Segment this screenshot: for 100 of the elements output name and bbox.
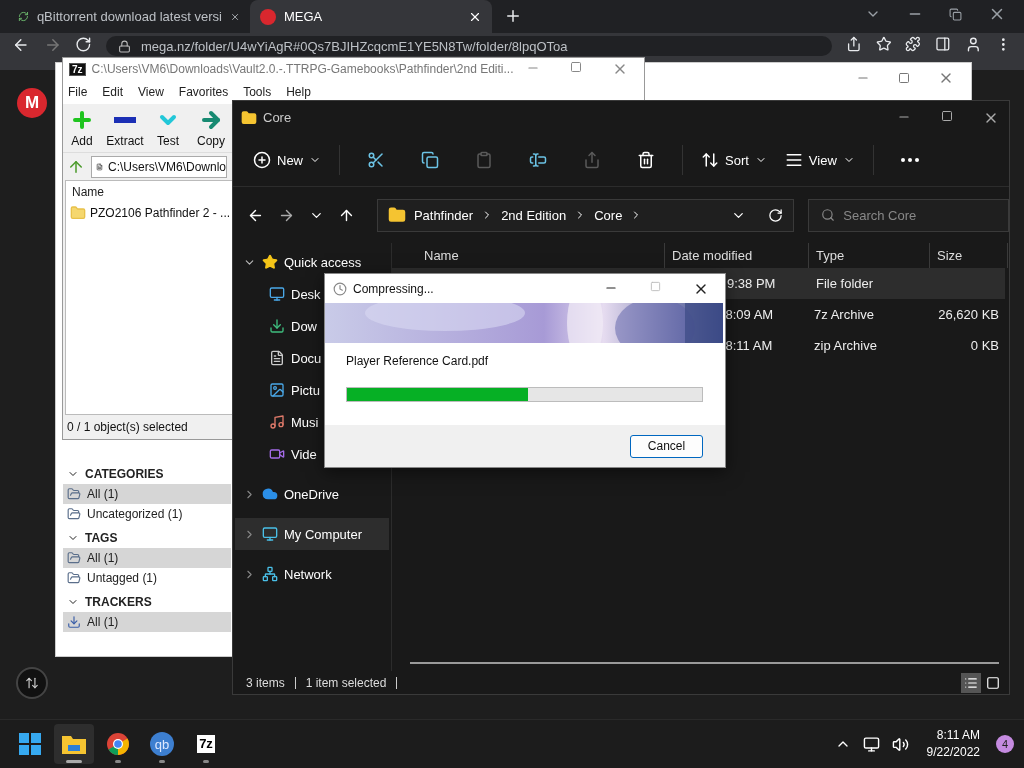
download-icon	[269, 318, 285, 334]
menu-item[interactable]: Favorites	[178, 85, 229, 99]
taskbar-app[interactable]	[54, 724, 94, 764]
menu-item[interactable]: Help	[286, 85, 311, 99]
view-button[interactable]: View	[778, 143, 861, 177]
window-title: C:\Users\VM6\Downloads\Vault2.0.-.TTRPG-Gamebooks\Pathfinder\2nd Editi...	[91, 62, 514, 76]
breadcrumb-item[interactable]: Core	[594, 207, 623, 223]
mega-icon	[260, 8, 276, 25]
folder-icon	[61, 733, 87, 755]
file-row[interactable]: PZO2106 Pathfinder 2 - ...	[66, 203, 235, 223]
nav-item[interactable]: Quick access	[235, 246, 389, 278]
chrome-icon	[106, 732, 130, 756]
video-icon	[269, 446, 285, 462]
maximize-icon[interactable]	[570, 61, 582, 73]
menu-item[interactable]: Tools	[243, 85, 272, 99]
size-cell: 0 KB	[970, 338, 999, 353]
notification-badge[interactable]: 4	[996, 735, 1014, 753]
toolbar-button[interactable]: Extract	[106, 104, 144, 152]
time-text: 8:11 AM	[936, 727, 980, 744]
details-view-button[interactable]	[961, 672, 981, 693]
network-icon[interactable]	[862, 735, 880, 753]
picture-icon	[269, 382, 285, 398]
size-cell: 26,620 KB	[938, 307, 999, 322]
filter-section-header[interactable]: TRACKERS	[63, 591, 231, 612]
sort-icon	[701, 151, 719, 169]
toolbar-button[interactable]: Add	[63, 104, 101, 152]
reload-icon[interactable]	[75, 36, 92, 53]
file-name: Player Reference Card.pdf	[345, 353, 490, 370]
menu-item[interactable]: Edit	[102, 85, 124, 99]
new-button[interactable]: New	[247, 143, 327, 177]
computer-icon	[262, 526, 278, 542]
toolbar-button[interactable]: Copy	[192, 104, 230, 152]
folder-icon	[387, 206, 406, 224]
share-icon	[583, 151, 601, 169]
new-tab-icon[interactable]	[504, 7, 522, 25]
back-icon[interactable]	[12, 36, 30, 54]
share-icon[interactable]	[845, 36, 862, 52]
folder-icon	[67, 571, 81, 585]
paste-icon	[475, 151, 493, 169]
music-icon	[269, 414, 285, 430]
folder-icon	[67, 551, 81, 565]
new-icon	[253, 151, 271, 169]
menu-item[interactable]: File	[68, 85, 88, 99]
window-title: Core	[263, 110, 292, 125]
maximize-icon[interactable]	[941, 109, 953, 122]
star-icon	[262, 254, 278, 270]
document-icon	[269, 350, 285, 366]
network-icon	[262, 566, 278, 582]
tracker-icon	[67, 615, 81, 629]
nav-item[interactable]: My Computer	[235, 518, 389, 550]
breadcrumb-item[interactable]: 2nd Edition	[501, 207, 567, 223]
filter-item[interactable]: All (1)	[63, 612, 231, 632]
maximize-icon[interactable]	[898, 72, 910, 84]
side-panel-icon[interactable]	[934, 36, 951, 52]
transfer-button[interactable]	[16, 667, 48, 699]
browser-tab[interactable]: qBittorrent download latest versi	[8, 0, 250, 33]
filter-section-header[interactable]: TAGS	[63, 527, 231, 548]
7zip-logo: 7z	[69, 62, 86, 76]
menu-item[interactable]: View	[138, 85, 164, 99]
search-field[interactable]: Search Core	[808, 198, 1009, 232]
cancel-button[interactable]: Cancel	[630, 434, 703, 458]
filter-item[interactable]: Untagged (1)	[63, 568, 231, 588]
filter-item[interactable]: All (1)	[63, 484, 231, 504]
breadcrumb-item[interactable]: Pathfinder	[413, 207, 474, 223]
address-bar[interactable]: mega.nz/folder/U4wYiAgR#0Qs7BJIHZcqcmE1YE5N8Tw/folder/8lpqOToa	[105, 36, 832, 56]
status-text: 3 items	[246, 675, 285, 690]
cut-icon	[367, 151, 385, 169]
address-bar[interactable]: Pathfinder 2nd Edition Core	[376, 198, 795, 232]
scrollbar[interactable]	[410, 662, 999, 664]
square-icon	[986, 675, 1000, 690]
status-text: 0 / 1 object(s) selected	[67, 420, 188, 434]
7zip-icon[interactable]: 7z	[197, 735, 215, 753]
delete-icon	[637, 151, 655, 169]
search-icon	[821, 208, 836, 222]
filter-item[interactable]: All (1)	[63, 548, 231, 568]
restore-icon[interactable]	[949, 7, 962, 21]
filter-item[interactable]: Uncategorized (1)	[63, 504, 231, 524]
list-icon	[964, 675, 978, 690]
date-text: 9/22/2022	[926, 744, 980, 761]
browser-tab[interactable]: MEGA	[250, 0, 492, 33]
nav-item[interactable]: OneDrive	[235, 478, 389, 510]
taskbar-app[interactable]: 7z	[186, 724, 226, 764]
lock-icon	[117, 39, 131, 53]
path-field[interactable]: C:\Users\VM6\Downlo	[91, 155, 227, 178]
arrow-right-icon	[199, 108, 223, 132]
sort-button[interactable]: Sort	[695, 143, 773, 177]
transfer-arrows-icon	[25, 676, 39, 690]
nav-item[interactable]: Network	[235, 558, 389, 590]
bookmark-icon[interactable]	[875, 36, 892, 52]
column-header[interactable]: Name	[66, 181, 216, 203]
volume-icon[interactable]	[891, 735, 909, 753]
clock[interactable]: 8:11 AM 9/22/2022	[926, 727, 980, 761]
desktop-icon	[269, 286, 285, 302]
extensions-icon[interactable]	[905, 36, 921, 52]
refresh-icon[interactable]	[768, 207, 784, 223]
toolbar-button[interactable]: Test	[149, 104, 187, 152]
filter-section-header[interactable]: CATEGORIES	[63, 463, 231, 484]
windows-icon	[18, 732, 42, 756]
type-cell: File folder	[816, 276, 874, 291]
minus-icon	[114, 117, 136, 123]
